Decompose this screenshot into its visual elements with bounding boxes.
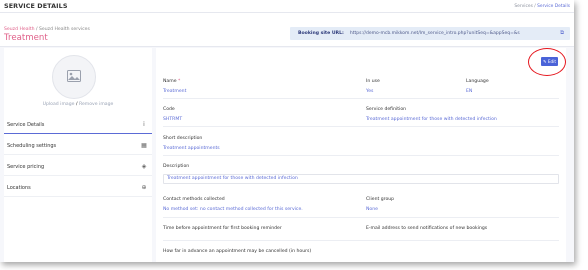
contact-methods-label: Contact methods collected — [163, 197, 225, 202]
tag-icon: ◈ — [141, 163, 147, 170]
location-icon: ⊕ — [141, 184, 147, 191]
client-group-value: None — [366, 207, 378, 212]
in-use-value: Yes — [366, 89, 374, 94]
language-value: EN — [466, 89, 473, 94]
divider — [163, 217, 559, 218]
notification-email-label: E-mail address to send notifications of … — [366, 226, 488, 231]
contact-methods-value: No method set: no contact method collect… — [163, 207, 303, 212]
short-description-value: Treatment appointments — [163, 146, 220, 151]
upload-image-link[interactable]: Upload image — [43, 102, 75, 107]
service-definition-label: Service definition — [366, 107, 407, 112]
booking-url-label: Booking site URL: — [298, 31, 344, 36]
booking-url-value[interactable]: https://demo-mcb.mikkom.net/lm_service_i… — [350, 31, 520, 36]
name-value: Treatment — [163, 89, 187, 94]
app-window: SERVICE DETAILS Services / Service Detai… — [0, 0, 574, 262]
service-image-placeholder[interactable] — [52, 55, 96, 99]
required-mark: * — [176, 79, 181, 84]
service-definition-value: Treatment appointment for those with det… — [366, 117, 497, 122]
short-description-label: Short description — [163, 136, 203, 141]
breadcrumb-services[interactable]: Services — [514, 4, 533, 9]
cancellation-label: How far in advance an appointment may be… — [163, 249, 312, 254]
breadcrumb: Seuzd Health / Seuzd Health services — [4, 27, 90, 32]
sidebar-item-label: Service pricing — [7, 163, 45, 170]
breadcrumb-current: Service Details — [537, 3, 570, 9]
in-use-label: In use — [366, 79, 380, 84]
description-label: Description — [163, 164, 190, 169]
sidebar-item-locations[interactable]: Locations ⊕ — [4, 179, 152, 197]
page-title: SERVICE DETAILS — [4, 2, 68, 10]
edit-button[interactable]: ✎ Edit — [541, 57, 558, 66]
language-label: Language — [466, 79, 489, 84]
sidebar-item-scheduling[interactable]: Scheduling settings ▦ — [4, 137, 152, 155]
sidebar-item-label: Service Details — [7, 121, 45, 128]
image-icon — [67, 70, 81, 82]
breadcrumb-right: Services / Service Details — [514, 4, 570, 9]
sidebar: Upload image / Remove image Service Deta… — [4, 48, 152, 262]
sidebar-item-pricing[interactable]: Service pricing ◈ — [4, 158, 152, 176]
description-value: Treatment appointment for those with det… — [167, 176, 298, 181]
info-icon: i — [143, 121, 145, 128]
service-header: Seuzd Health / Seuzd Health services Tre… — [0, 13, 574, 47]
top-bar: SERVICE DETAILS Services / Service Detai… — [0, 0, 574, 13]
divider — [163, 240, 559, 241]
code-value: SHTRMT — [163, 117, 183, 122]
sidebar-item-service-details[interactable]: Service Details i — [4, 116, 152, 134]
divider — [163, 126, 559, 127]
client-group-label: Client group — [366, 197, 395, 202]
breadcrumb-current: Seuzd Health services — [39, 27, 90, 32]
breadcrumb-link-org[interactable]: Seuzd Health — [4, 27, 35, 32]
sidebar-item-label: Scheduling settings — [7, 142, 57, 149]
image-actions: Upload image / Remove image — [4, 102, 152, 107]
booking-url-bar: Booking site URL: https://demo-mcb.mikko… — [290, 27, 570, 40]
divider — [163, 98, 559, 99]
remove-image-link[interactable]: Remove image — [79, 102, 113, 107]
name-label: Name * — [163, 79, 181, 84]
service-name-heading: Treatment — [4, 33, 48, 43]
calendar-icon: ▦ — [141, 142, 147, 149]
reminder-label: Time before appointment for first bookin… — [163, 226, 282, 231]
copy-icon[interactable]: ⧉ — [560, 30, 564, 37]
sidebar-item-label: Locations — [7, 184, 31, 191]
code-label: Code — [163, 107, 175, 112]
divider — [163, 155, 559, 156]
